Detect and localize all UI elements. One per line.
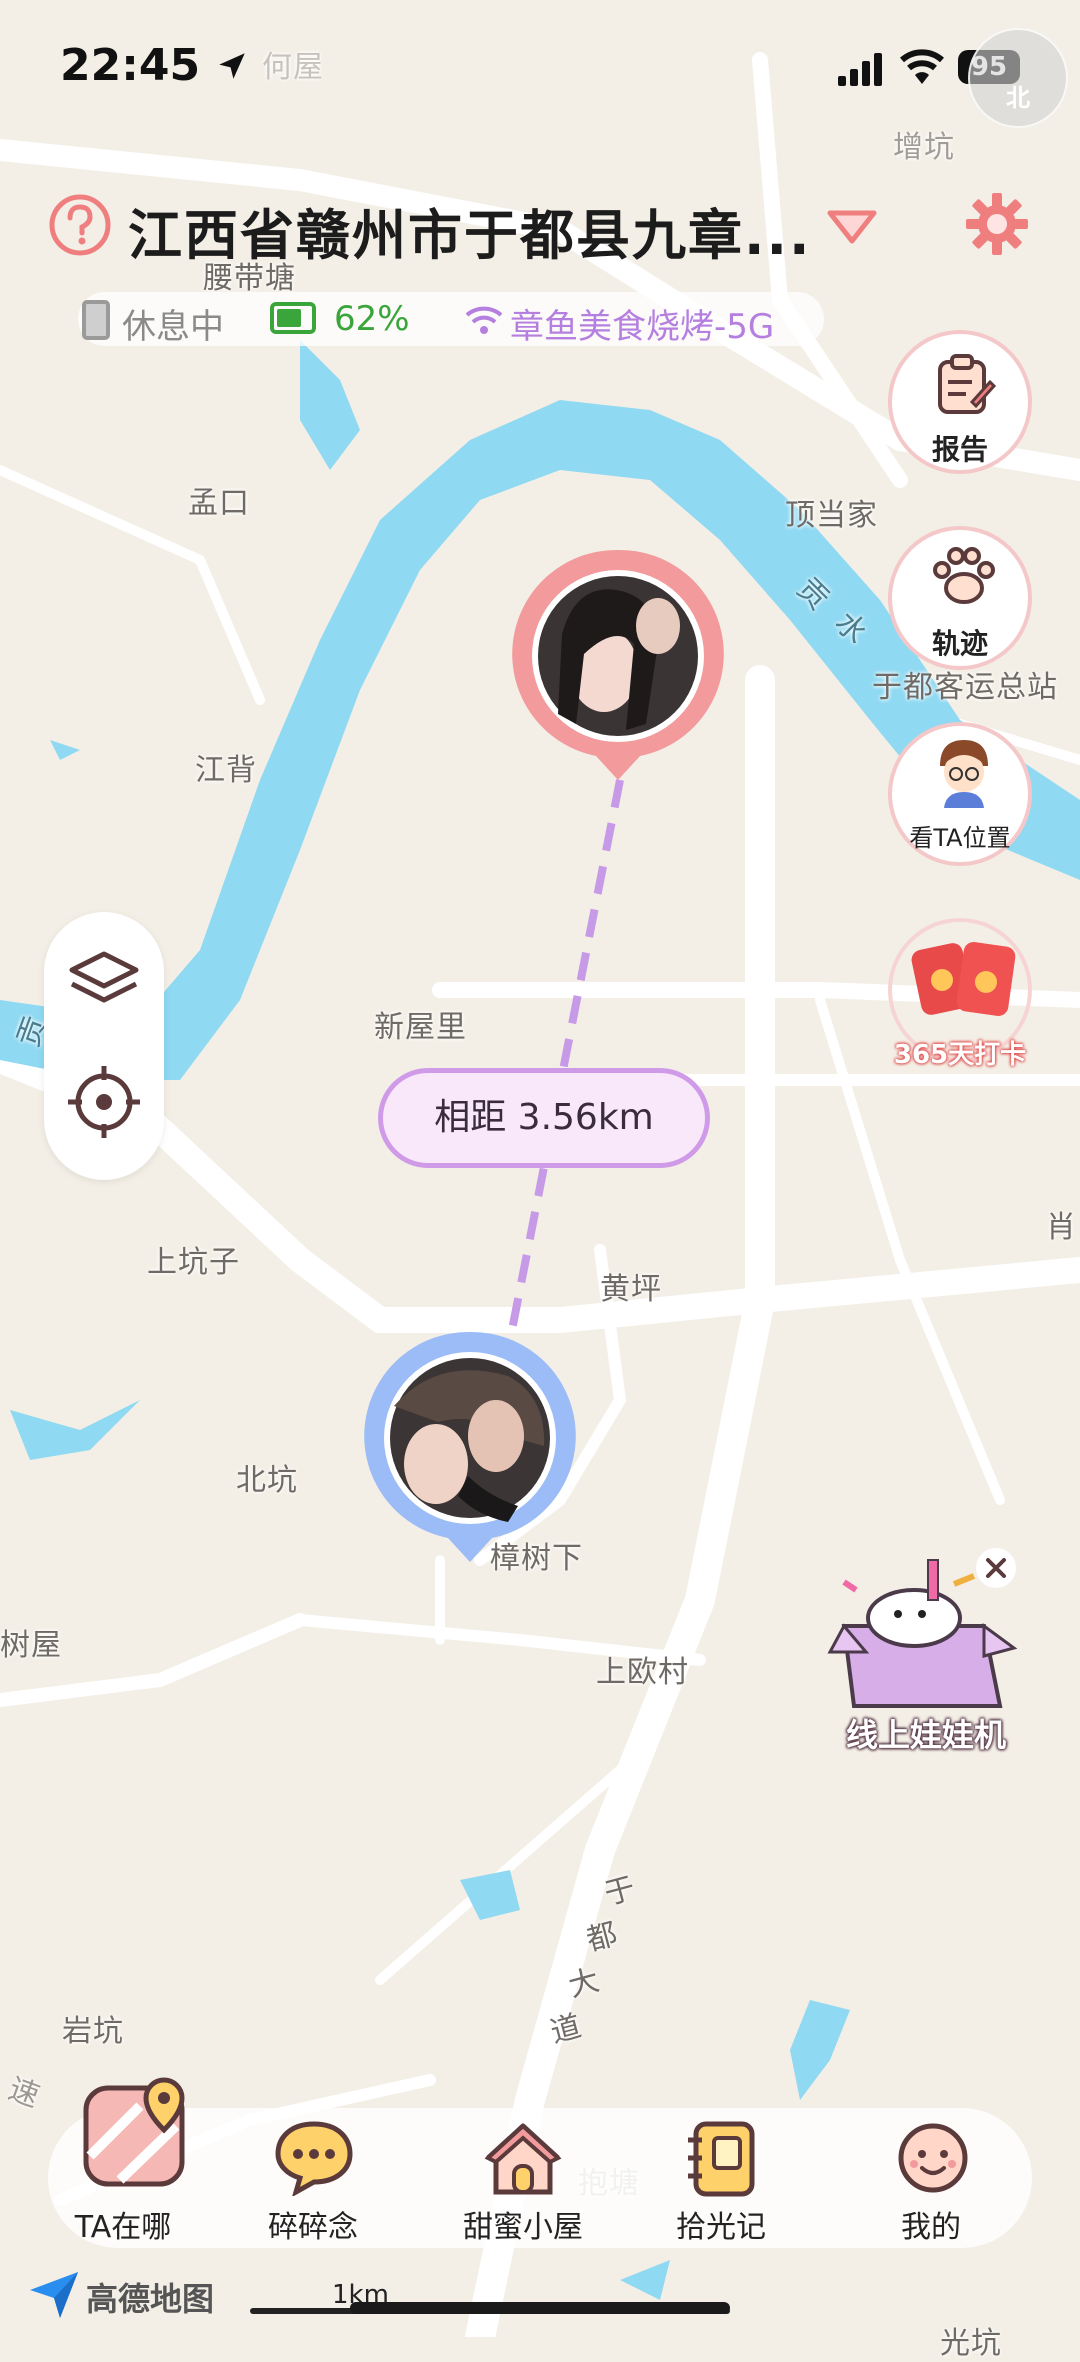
map-pin-icon [83,2077,185,2187]
device-state: 休息中 [122,307,224,347]
nav-memories[interactable]: 拾光记 [646,2108,796,2248]
map-label: 黄坪 [600,1272,662,1307]
distance-badge: 相距 3.56km [378,1068,710,1168]
house-icon [484,2123,562,2195]
paw-icon [933,547,995,604]
nav-chat[interactable]: 碎碎念 [238,2108,388,2248]
distance-text: 相距 3.56km [434,1097,654,1138]
map-label: 江背 [195,753,257,788]
battery-level-icon [270,302,316,334]
nav-label: 拾光记 [676,2210,766,2245]
map-label: 树屋 [0,1628,62,1663]
map-label: 上坑子 [147,1245,240,1280]
map-label: 上欧村 [596,1655,689,1690]
chat-bubble-icon [275,2121,353,2196]
device-info-bar: 休息中 62% 章鱼美食烧烤-5G [78,292,824,347]
track-label: 轨迹 [931,627,988,660]
map-label: 新屋里 [374,1010,467,1045]
amap-logo-text: 高德地图 [86,2280,215,2318]
amap-logo-icon [30,2272,78,2318]
help-icon[interactable] [48,193,112,257]
nav-ta-where[interactable]: TA在哪 [48,2077,198,2248]
my-location-pin[interactable] [358,1326,582,1566]
location-arrow-icon [219,53,246,79]
phone-icon [82,300,110,340]
address-text[interactable]: 江西省赣州市于都县九章... [128,191,812,270]
clipboard-icon [938,354,996,414]
map-label: 顶当家 [785,498,878,533]
nav-label: 碎碎念 [268,2210,358,2245]
settings-gear-icon[interactable] [964,191,1030,257]
report-button[interactable]: 报告 [888,330,1032,474]
wifi-icon [900,49,944,84]
boy-avatar-icon [940,740,988,808]
battery-percent: 62% [334,299,410,339]
nav-sweet-house[interactable]: 甜蜜小屋 [438,2108,608,2248]
claw-machine-promo[interactable]: 线上娃娃机 [816,1546,1036,1766]
face-icon [898,2123,968,2193]
status-time: 22:45 [60,40,249,91]
layers-icon[interactable] [68,948,140,1014]
nav-label: 甜蜜小屋 [463,2210,583,2245]
bottom-nav: TA在哪 碎碎念 甜蜜小屋 拾光记 我的 [48,2077,1032,2248]
wifi-icon [465,306,503,334]
map-label: 肖 [1046,1210,1077,1245]
map-label: 岩坑 [62,2014,124,2049]
map-label: 北坑 [236,1463,298,1498]
wifi-name: 章鱼美食烧烤-5G [510,307,775,347]
map-tools [44,912,164,1180]
checkin-button[interactable]: 365天打卡 [888,918,1032,1070]
nav-label: TA在哪 [74,2210,172,2245]
notebook-icon [688,2121,755,2197]
red-envelope-icon [911,942,1016,1016]
map-label: 孟口 [188,486,250,521]
compass-icon[interactable]: 北 [968,28,1068,128]
locate-crosshair-icon[interactable] [66,1064,142,1140]
nav-label: 我的 [901,2210,961,2245]
address-header: 江西省赣州市于都县九章... [48,185,1038,267]
map-label: 光坑 [940,2326,1002,2361]
partner-location-pin[interactable] [506,544,730,784]
report-label: 报告 [931,433,988,466]
close-icon[interactable] [974,1546,1018,1590]
nav-mine[interactable]: 我的 [856,2108,1006,2248]
track-button[interactable]: 轨迹 [888,526,1032,670]
see-location-label: 看TA位置 [909,824,1011,852]
checkin-label: 365天打卡 [893,1040,1027,1070]
status-bar: 22:45 95 北 [0,0,1080,130]
dropdown-triangle-icon[interactable] [826,207,878,247]
see-location-button[interactable]: 看TA位置 [888,722,1032,866]
signal-icon [838,53,882,86]
home-indicator [350,2302,730,2314]
claw-machine-label: 线上娃娃机 [845,1716,1006,1754]
